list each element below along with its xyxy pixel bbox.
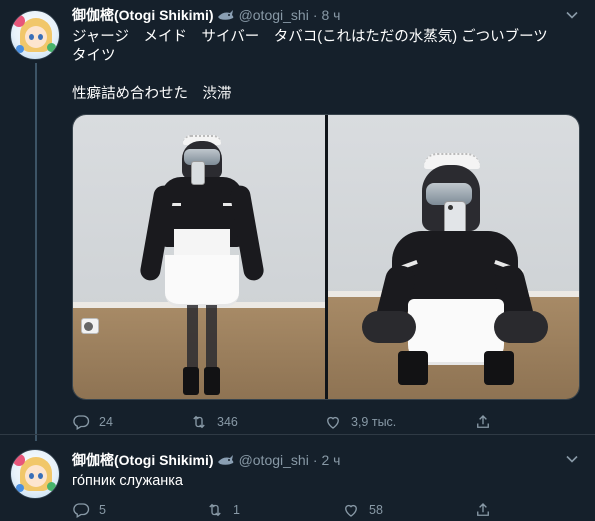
tweet-actions: 5 1 58 xyxy=(72,500,577,520)
author-name[interactable]: 御伽樒(Otogi Shikimi) xyxy=(72,5,214,25)
reply-count: 24 xyxy=(99,415,113,429)
reply-count: 5 xyxy=(99,503,106,517)
avatar-column xyxy=(10,10,62,60)
tweet-text-line: 性癖詰め合わせた 渋滞 xyxy=(72,86,232,102)
retweet-button[interactable]: 346 xyxy=(190,412,238,432)
thread-line xyxy=(35,63,37,441)
tweet-text-line: ジャージ メイド サイバー タバコ(これはただの水蒸気) ごついブーツ xyxy=(72,29,548,45)
reply-button[interactable]: 24 xyxy=(72,412,113,432)
chevron-down-icon xyxy=(566,11,578,19)
shark-icon xyxy=(217,10,233,20)
avatar-column xyxy=(10,449,62,499)
reply-icon xyxy=(73,415,90,430)
heart-icon xyxy=(327,416,339,429)
share-button[interactable] xyxy=(474,412,501,432)
shark-icon xyxy=(217,455,233,465)
like-count: 58 xyxy=(369,503,383,517)
photo-left[interactable] xyxy=(73,115,325,399)
separator: · xyxy=(312,7,318,23)
reply-icon xyxy=(73,503,90,518)
timestamp[interactable]: 8 ч xyxy=(322,7,341,23)
tweet-actions: 24 346 3,9 тыс. xyxy=(72,412,577,432)
photo-right[interactable] xyxy=(327,115,579,399)
more-options-button[interactable] xyxy=(563,450,581,468)
retweet-count: 346 xyxy=(217,415,238,429)
tweet-text: ジャージ メイド サイバー タバコ(これはただの水蒸気) ごついブーツ タイツ … xyxy=(72,28,577,104)
tweet-header: 御伽樒(Otogi Shikimi) @otogi_shi · 2 ч xyxy=(72,450,340,470)
share-button[interactable] xyxy=(474,500,501,520)
avatar[interactable] xyxy=(10,449,60,499)
like-button[interactable]: 58 xyxy=(342,500,383,520)
like-button[interactable]: 3,9 тыс. xyxy=(324,412,396,432)
author-handle[interactable]: @otogi_shi xyxy=(239,452,309,468)
retweet-count: 1 xyxy=(233,503,240,517)
more-options-button[interactable] xyxy=(563,6,581,24)
tweet-header: 御伽樒(Otogi Shikimi) @otogi_shi · 8 ч xyxy=(72,5,340,25)
retweet-button[interactable]: 1 xyxy=(206,500,240,520)
retweet-icon xyxy=(209,503,221,517)
tweet-text: го́пник служанка xyxy=(72,472,577,491)
tweet[interactable]: 御伽樒(Otogi Shikimi) @otogi_shi · 8 ч ジャージ… xyxy=(0,0,595,441)
author-handle[interactable]: @otogi_shi xyxy=(239,7,309,23)
tweet[interactable]: 御伽樒(Otogi Shikimi) @otogi_shi · 2 ч го́п… xyxy=(0,434,595,521)
share-icon xyxy=(477,503,489,516)
avatar[interactable] xyxy=(10,10,60,60)
author-name[interactable]: 御伽樒(Otogi Shikimi) xyxy=(72,450,214,470)
timestamp[interactable]: 2 ч xyxy=(322,452,341,468)
heart-icon xyxy=(345,504,357,517)
media-grid xyxy=(72,114,580,400)
tweet-text-line: го́пник служанка xyxy=(72,473,183,489)
tweet-text-line: タイツ xyxy=(72,48,116,64)
like-count: 3,9 тыс. xyxy=(351,415,397,429)
separator: · xyxy=(312,452,318,468)
reply-button[interactable]: 5 xyxy=(72,500,106,520)
chevron-down-icon xyxy=(566,455,578,463)
retweet-icon xyxy=(193,415,205,429)
share-icon xyxy=(477,415,489,428)
